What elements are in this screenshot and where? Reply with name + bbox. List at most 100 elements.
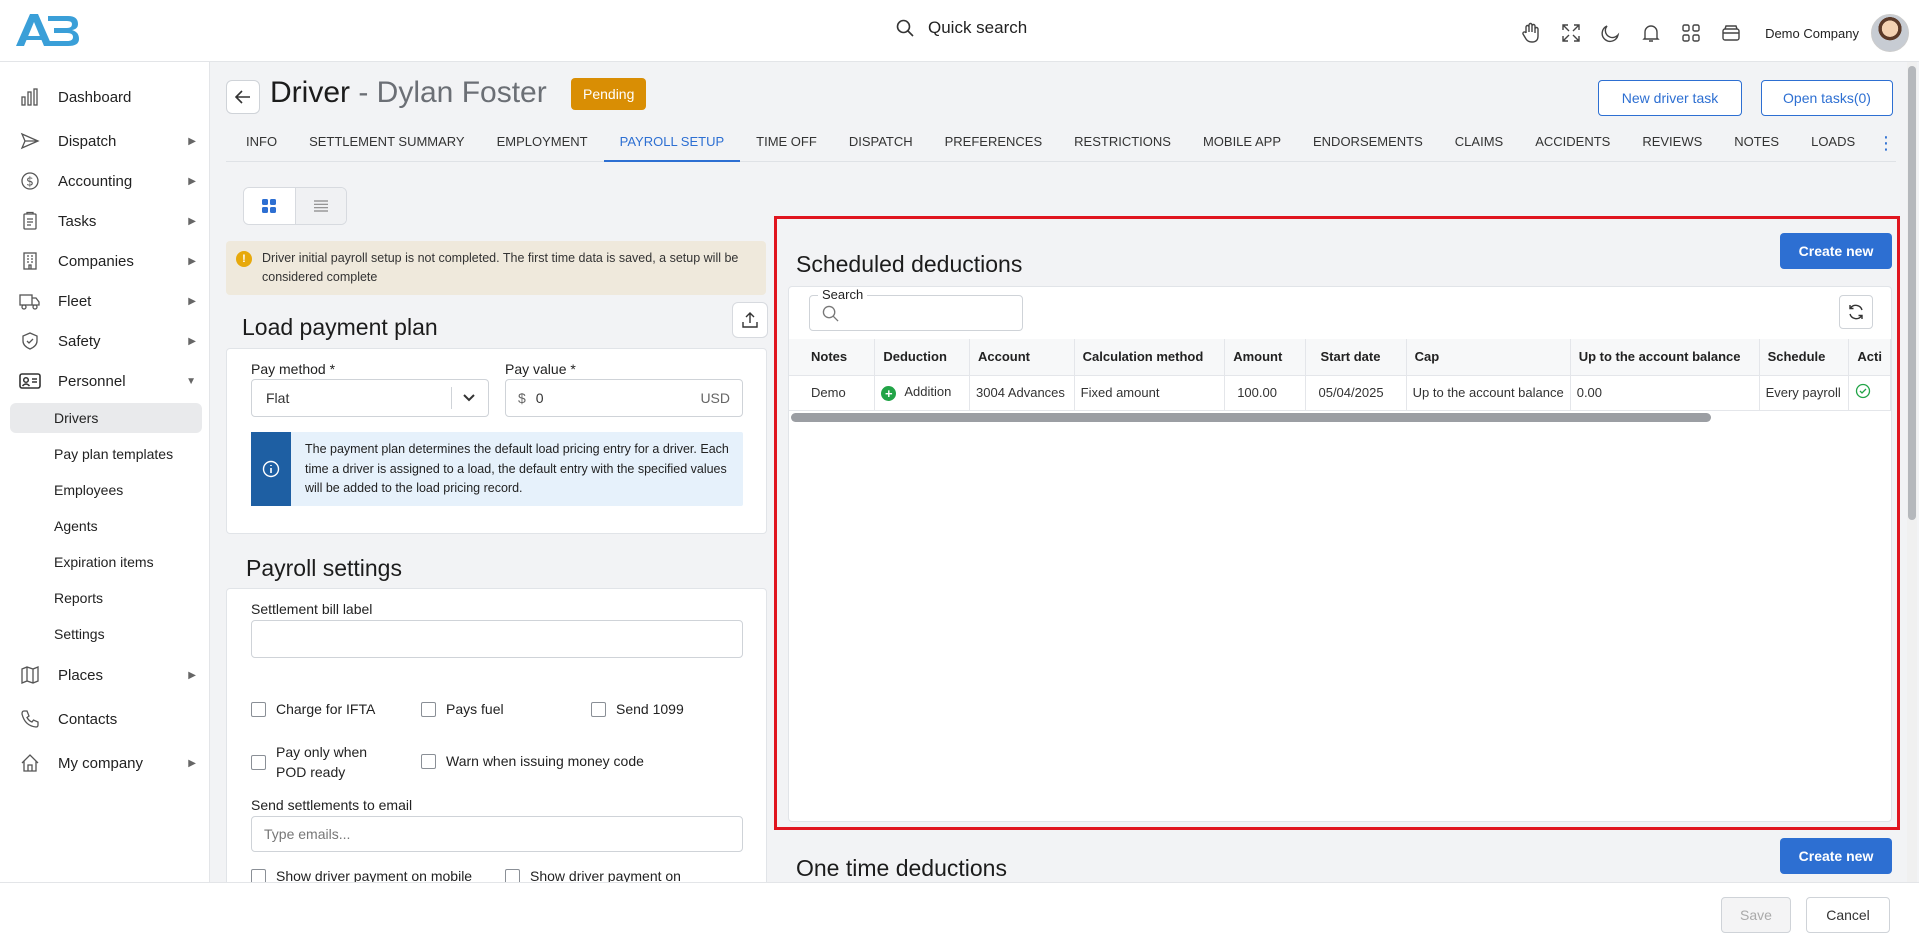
column-header[interactable]: Acti [1848,339,1891,376]
grid-view-icon[interactable] [244,188,296,224]
warn-money-code-checkbox[interactable]: Warn when issuing money code [421,753,644,769]
save-button[interactable]: Save [1721,897,1791,933]
table-row[interactable]: Demo + Addition 3004 Advances Fixed amoun… [789,375,1891,411]
cancel-button[interactable]: Cancel [1806,897,1890,933]
create-scheduled-deduction-button[interactable]: Create new [1780,233,1892,269]
sidebar-item-my-company[interactable]: My company ▶ [10,746,202,780]
column-header[interactable]: Amount [1224,339,1307,376]
tab-payroll-setup[interactable]: PAYROLL SETUP [603,124,741,162]
tab-accidents[interactable]: ACCIDENTS [1519,124,1626,162]
checkbox-box [421,701,436,717]
pay-value-input[interactable]: $ 0 USD [505,379,743,417]
tab-reviews[interactable]: REVIEWS [1626,124,1718,162]
pays-fuel-checkbox[interactable]: Pays fuel [421,701,504,717]
sidebar-item-label: Tasks [58,212,97,230]
sidebar-item-tasks[interactable]: Tasks ▶ [10,204,202,238]
building-icon [18,249,42,273]
tab-notes[interactable]: NOTES [1718,124,1795,162]
warning-text: Driver initial payroll setup is not comp… [262,251,739,284]
cell-active [1848,375,1891,411]
sidebar-item-safety[interactable]: Safety ▶ [10,324,202,358]
column-header[interactable]: Account [969,339,1075,376]
tab-preferences[interactable]: PREFERENCES [929,124,1059,162]
create-one-time-deduction-button[interactable]: Create new [1780,838,1892,874]
refresh-button[interactable] [1839,295,1873,329]
sidebar-item-companies[interactable]: Companies ▶ [10,244,202,278]
tab-time-off[interactable]: TIME OFF [740,124,833,162]
send-1099-checkbox[interactable]: Send 1099 [591,701,684,717]
sidebar-item-contacts[interactable]: Contacts [10,702,202,736]
tab-dispatch[interactable]: DISPATCH [833,124,929,162]
sidebar-item-dispatch[interactable]: Dispatch ▶ [10,124,202,158]
company-name[interactable]: Demo Company [1765,26,1859,41]
charge-ifta-checkbox[interactable]: Charge for IFTA [251,701,375,717]
pay-plan-info: The payment plan determines the default … [251,432,743,506]
sidebar-subitem-employees[interactable]: Employees [10,475,202,505]
export-button[interactable] [732,302,768,338]
bell-icon[interactable] [1631,16,1671,50]
hand-icon[interactable] [1511,16,1551,50]
tab-endorsements[interactable]: ENDORSEMENTS [1297,124,1439,162]
sidebar-item-places[interactable]: Places ▶ [10,658,202,692]
tab-employment[interactable]: EMPLOYMENT [481,124,604,162]
column-header[interactable]: Start date [1305,339,1407,376]
setup-warning: ! Driver initial payroll setup is not co… [226,241,766,295]
sidebar-item-dashboard[interactable]: Dashboard [10,80,202,114]
sidebar-item-fleet[interactable]: Fleet ▶ [10,284,202,318]
apps-grid-icon[interactable] [1671,16,1711,50]
column-header[interactable]: Calculation method [1074,339,1226,376]
new-driver-task-button[interactable]: New driver task [1598,80,1742,116]
deduction-search-input[interactable]: Search [809,287,1023,331]
view-toggle [243,187,347,225]
cell-calculation-method: Fixed amount [1074,375,1226,411]
tab-mobile-app[interactable]: MOBILE APP [1187,124,1297,162]
open-tasks-button[interactable]: Open tasks(0) [1761,80,1893,116]
tab-claims[interactable]: CLAIMS [1439,124,1519,162]
tab-info[interactable]: INFO [226,124,293,162]
wallet-icon[interactable] [1711,16,1751,50]
column-header[interactable]: Up to the account balance [1570,339,1760,376]
tab-restrictions[interactable]: RESTRICTIONS [1058,124,1187,162]
sidebar-subitem-reports[interactable]: Reports [10,583,202,613]
sidebar-subitem-drivers[interactable]: Drivers [10,403,202,433]
settlement-email-label: Send settlements to email [251,797,413,813]
pay-value: 0 [535,390,544,406]
pay-method-select[interactable]: Flat [251,379,489,417]
app-logo[interactable] [12,10,80,50]
expand-arrow-icon: ▶ [188,669,196,681]
quick-search[interactable]: Quick search [896,18,1027,38]
sidebar-subitem-pay-plan-templates[interactable]: Pay plan templates [10,439,202,469]
sidebar-item-personnel[interactable]: Personnel ▼ [10,364,202,398]
column-header[interactable]: Cap [1406,339,1571,376]
column-header[interactable]: Deduction [874,339,970,376]
sidebar-item-label: Accounting [58,172,133,190]
settlement-email-input[interactable]: Type emails... [251,816,743,852]
moon-icon[interactable] [1591,16,1631,50]
sidebar-item-label: Contacts [58,710,118,728]
column-header[interactable]: Notes [789,339,876,376]
sidebar-subitem-agents[interactable]: Agents [10,511,202,541]
cell-account-balance: 0.00 [1570,375,1760,411]
sidebar-subitem-expiration-items[interactable]: Expiration items [10,547,202,577]
cell-deduction: + Addition [874,375,970,411]
back-button[interactable] [226,80,260,114]
scheduled-deductions-table: Notes Deduction Account Calculation meth… [789,339,1891,411]
expand-arrow-icon: ▶ [188,215,196,227]
column-header[interactable]: Schedule [1759,339,1850,376]
user-avatar[interactable] [1871,14,1909,52]
more-vertical-icon[interactable]: ⋮ [1876,132,1896,154]
checkbox-box [251,701,266,717]
list-view-icon[interactable] [295,188,346,224]
sidebar-subitem-settings[interactable]: Settings [10,619,202,649]
settlement-bill-label-input[interactable] [251,620,743,658]
sidebar-item-label: My company [58,754,144,772]
scrollbar-thumb[interactable] [1908,66,1916,520]
tab-settlement-summary[interactable]: SETTLEMENT SUMMARY [293,124,481,162]
fullscreen-icon[interactable] [1551,16,1591,50]
id-card-icon [18,369,42,393]
vertical-scrollbar[interactable] [1907,62,1917,882]
horizontal-scrollbar[interactable] [791,413,1711,422]
tab-loads[interactable]: LOADS [1795,124,1871,162]
sidebar-item-accounting[interactable]: $ Accounting ▶ [10,164,202,198]
pay-when-pod-ready-checkbox[interactable]: Pay only when POD ready [251,742,367,782]
